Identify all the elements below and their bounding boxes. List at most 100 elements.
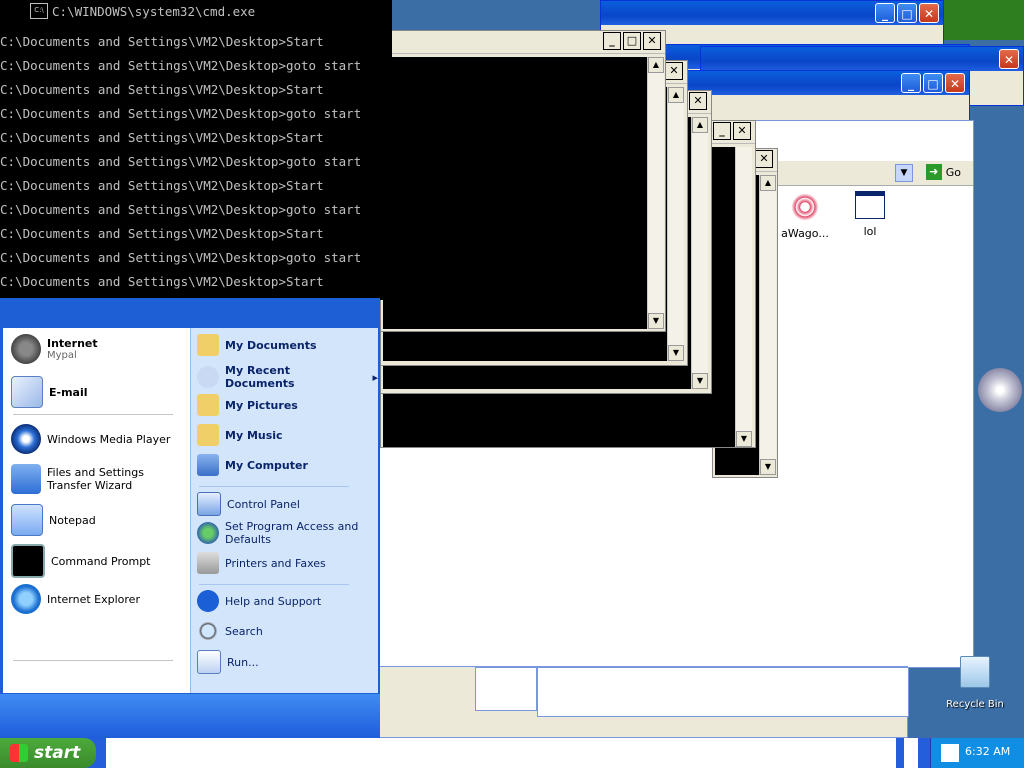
windows-logo-icon [10,744,28,762]
minimize-button[interactable]: _ [901,73,921,93]
control-panel-icon [197,492,221,516]
title-bar[interactable]: _□✕ [381,31,665,54]
console-window-0[interactable]: _ □ ✕ ▲ ▼ [380,30,666,332]
maximize-button[interactable]: □ [923,73,943,93]
taskbar-buttons-area[interactable] [106,738,896,768]
console-foreground[interactable]: C:\ C:\WINDOWS\system32\cmd.exe C:\Docum… [0,0,392,300]
search-item[interactable]: Search [197,620,263,642]
scroll-up-arrow[interactable]: ▲ [692,117,708,133]
program-label: Notepad [49,513,96,527]
program-access-icon [197,522,219,544]
scrollbar[interactable]: ▲ ▼ [647,57,664,329]
start-menu-footer [0,694,380,738]
program-label: Windows Media Player [47,432,171,446]
place-my-computer[interactable]: My Computer [197,454,308,476]
place-my-music[interactable]: My Music [197,424,283,446]
notepad-icon [11,504,43,536]
close-button[interactable]: ✕ [945,73,965,93]
recent-documents-icon [197,366,219,388]
start-menu-places: My Documents My Recent Documents ▸ My Pic… [190,328,378,693]
run-icon [197,650,221,674]
scroll-up-arrow[interactable]: ▲ [668,87,684,103]
scroll-up-arrow[interactable]: ▲ [648,57,664,73]
separator [13,414,173,415]
minimize-button[interactable]: _ [875,3,895,23]
scrollbar[interactable]: ▼ [735,147,752,447]
recycle-bin-desktop-icon[interactable]: Recycle Bin [940,656,1010,711]
help-and-support[interactable]: Help and Support [197,590,321,612]
recent-command-prompt[interactable]: Command Prompt [11,544,151,578]
console-output [383,57,647,329]
music-folder-icon [197,424,219,446]
program-label: Internet Explorer [47,592,140,606]
place-my-recent-documents[interactable]: My Recent Documents ▸ [197,364,378,390]
close-button[interactable]: ✕ [733,122,751,140]
scroll-down-arrow[interactable]: ▼ [736,431,752,447]
program-label: Command Prompt [51,554,151,568]
recent-internet-explorer[interactable]: Internet Explorer [11,584,140,614]
place-label: My Recent Documents [225,364,295,390]
system-control-panel[interactable]: Control Panel [197,492,300,516]
console-line: C:\Documents and Settings\VM2\Desktop>St… [0,34,324,49]
maximize-button[interactable]: □ [623,32,641,50]
scroll-down-arrow[interactable]: ▼ [760,459,776,475]
pinned-email[interactable]: E-mail [11,376,88,408]
place-my-documents[interactable]: My Documents [197,334,317,356]
computer-icon [197,454,219,476]
scroll-down-arrow[interactable]: ▼ [648,313,664,329]
system-label: Printers and Faxes [225,556,326,570]
recent-media-player[interactable]: Windows Media Player [11,424,170,454]
system-tray: 6:32 AM [930,738,1024,768]
title-bar[interactable]: _□✕ [601,1,943,25]
scroll-up-arrow[interactable]: ▲ [760,175,776,191]
title-bar[interactable]: ✕ [701,47,1023,71]
minimize-button[interactable]: _ [713,122,731,140]
pinned-internet[interactable]: Internet Mypal [11,334,98,364]
help-label: Search [225,624,263,638]
recent-notepad[interactable]: Notepad [11,504,96,536]
close-button[interactable]: ✕ [999,49,1019,69]
clock[interactable]: 6:32 AM [965,745,1010,758]
file-label: lol [863,225,877,238]
close-button[interactable]: ✕ [643,32,661,50]
scrollbar[interactable]: ▲ ▼ [691,117,708,389]
console-title-bar[interactable]: C:\ C:\WINDOWS\system32\cmd.exe [0,0,392,24]
scroll-down-arrow[interactable]: ▼ [668,345,684,361]
go-button[interactable]: ➜ Go [925,164,961,180]
desktop-background [940,0,1024,40]
close-button[interactable]: ✕ [755,150,773,168]
minimize-button[interactable]: _ [603,32,621,50]
help-label: Run... [227,655,259,669]
pinned-label: Internet [47,337,98,350]
close-button[interactable]: ✕ [689,92,707,110]
internet-explorer-icon [11,584,41,614]
file-icon-lol[interactable]: lol [845,191,895,238]
separator [199,486,349,487]
tray-icon[interactable] [941,744,959,762]
recent-transfer-wizard[interactable]: Files and Settings Transfer Wizard [11,464,186,494]
system-label: Control Panel [227,497,300,511]
file-icon-awago[interactable]: aWago... [775,191,835,240]
place-my-pictures[interactable]: My Pictures [197,394,298,416]
scrollbar[interactable]: ▲ ▼ [667,87,684,361]
email-icon [11,376,43,408]
pinned-sublabel: Mypal [47,350,77,361]
scroll-down-arrow[interactable]: ▼ [692,373,708,389]
transfer-wizard-icon [11,464,41,494]
system-program-access[interactable]: Set Program Access and Defaults [197,520,367,546]
cd-drive-icon[interactable] [978,368,1022,412]
start-button[interactable]: start [0,738,96,768]
maximize-button[interactable]: □ [897,3,917,23]
address-dropdown-button[interactable]: ▼ [895,164,913,182]
run-item[interactable]: Run... [197,650,259,674]
close-button[interactable]: ✕ [665,62,683,80]
scrollbar[interactable]: ▲ ▼ [759,175,776,475]
place-label: My Documents [225,338,317,352]
media-player-icon [11,424,41,454]
submenu-arrow-icon: ▸ [372,370,378,384]
status-pane [475,667,537,711]
console-line: C:\Documents and Settings\VM2\Desktop>St… [0,130,324,145]
system-printers-faxes[interactable]: Printers and Faxes [197,552,326,574]
close-button[interactable]: ✕ [919,3,939,23]
program-label: Files and Settings Transfer Wizard [47,466,144,492]
